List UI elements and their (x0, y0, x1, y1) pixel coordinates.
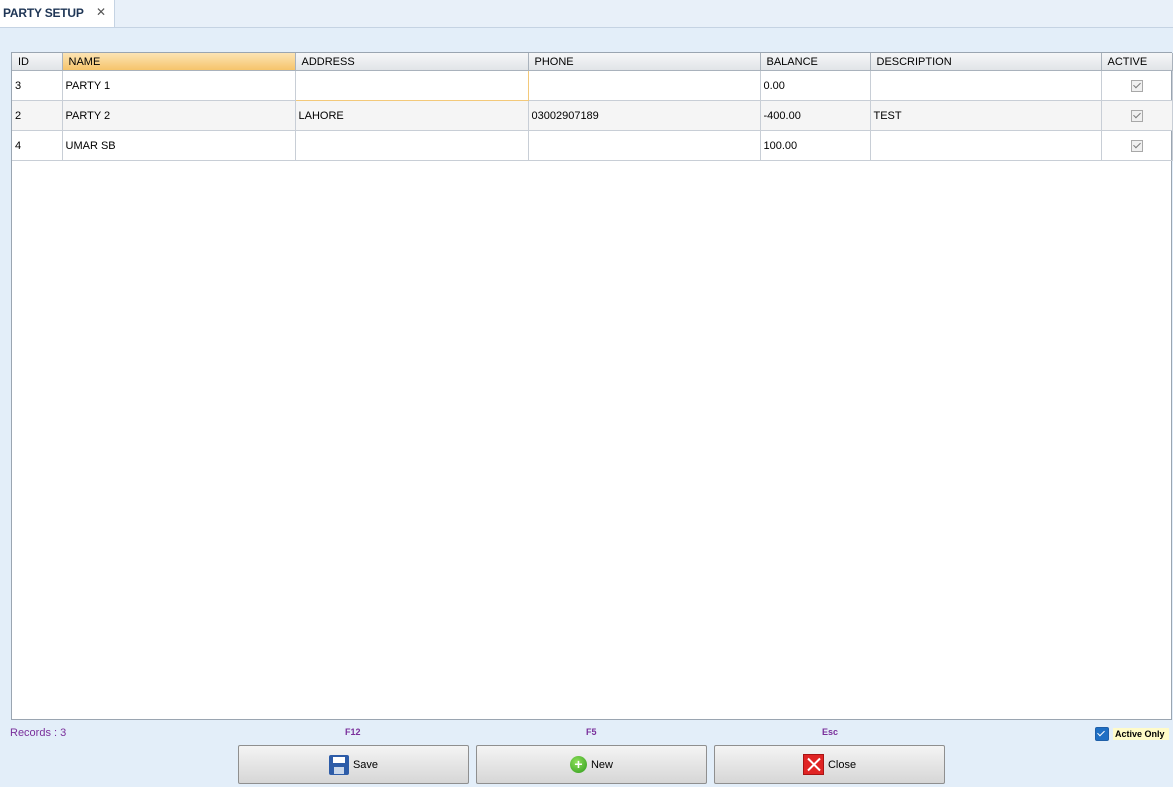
cell-address[interactable] (295, 130, 529, 161)
cell-balance[interactable]: -400.00 (760, 100, 871, 131)
column-header-address[interactable]: ADDRESS (295, 53, 529, 71)
cell-description[interactable] (870, 70, 1102, 101)
cell-balance[interactable]: 100.00 (760, 130, 871, 161)
save-button[interactable]: Save (238, 745, 469, 784)
active-only-label: Active Only (1113, 728, 1169, 740)
column-header-description[interactable]: DESCRIPTION (870, 53, 1102, 71)
shortcut-close: Esc (822, 727, 839, 737)
table-row[interactable]: 4 UMAR SB 100.00 (12, 130, 1173, 161)
close-button-label: Close (827, 758, 857, 771)
column-header-id[interactable]: ID (12, 53, 63, 71)
header-row: ID NAME ADDRESS PHONE BALANCE DESCRIPTIO… (12, 53, 1173, 71)
cell-active[interactable] (1101, 70, 1173, 101)
cell-name[interactable]: PARTY 2 (62, 100, 296, 131)
plus-circle-icon: + (569, 756, 587, 773)
cell-balance[interactable]: 0.00 (760, 70, 871, 101)
floppy-disk-icon (328, 754, 349, 775)
cell-id[interactable]: 3 (12, 70, 63, 101)
close-icon[interactable]: ✕ (96, 5, 106, 19)
active-checkbox[interactable] (1130, 109, 1143, 122)
cell-active[interactable] (1101, 130, 1173, 161)
new-button-label: New (590, 758, 613, 771)
column-header-active[interactable]: ACTIVE (1101, 53, 1173, 71)
cell-active[interactable] (1101, 100, 1173, 131)
cell-phone[interactable] (528, 70, 761, 101)
save-button-label: Save (352, 758, 379, 771)
cell-id[interactable]: 2 (12, 100, 63, 131)
column-header-phone[interactable]: PHONE (528, 53, 761, 71)
active-only-checkbox[interactable] (1095, 727, 1109, 741)
tab-party-setup[interactable]: PARTY SETUP ✕ (0, 0, 115, 27)
close-button[interactable]: Close (714, 745, 945, 784)
red-x-icon (802, 754, 824, 775)
cell-name[interactable]: UMAR SB (62, 130, 296, 161)
records-count: Records : 3 (10, 727, 67, 739)
shortcut-new: F5 (586, 727, 597, 737)
active-checkbox[interactable] (1130, 139, 1143, 152)
cell-description[interactable] (870, 130, 1102, 161)
cell-name[interactable]: PARTY 1 (62, 70, 296, 101)
active-only-toggle[interactable]: Active Only (1095, 726, 1173, 742)
tab-title: PARTY SETUP (3, 6, 84, 20)
active-checkbox[interactable] (1130, 79, 1143, 92)
tab-bar: PARTY SETUP ✕ (0, 0, 1173, 28)
column-header-balance[interactable]: BALANCE (760, 53, 871, 71)
cell-address[interactable] (294, 70, 529, 101)
cell-address[interactable]: LAHORE (295, 100, 529, 131)
party-table: ID NAME ADDRESS PHONE BALANCE DESCRIPTIO… (12, 53, 1173, 161)
table-row[interactable]: 2 PARTY 2 LAHORE 03002907189 -400.00 TES… (12, 100, 1173, 131)
shortcut-save: F12 (345, 727, 361, 737)
column-header-name[interactable]: NAME (62, 53, 296, 71)
cell-phone[interactable] (528, 130, 761, 161)
party-grid[interactable]: ID NAME ADDRESS PHONE BALANCE DESCRIPTIO… (11, 52, 1173, 720)
cell-phone[interactable]: 03002907189 (528, 100, 761, 131)
new-button[interactable]: + New (476, 745, 707, 784)
cell-id[interactable]: 4 (12, 130, 63, 161)
table-row[interactable]: 3 PARTY 1 0.00 (12, 70, 1173, 101)
cell-description[interactable]: TEST (870, 100, 1102, 131)
